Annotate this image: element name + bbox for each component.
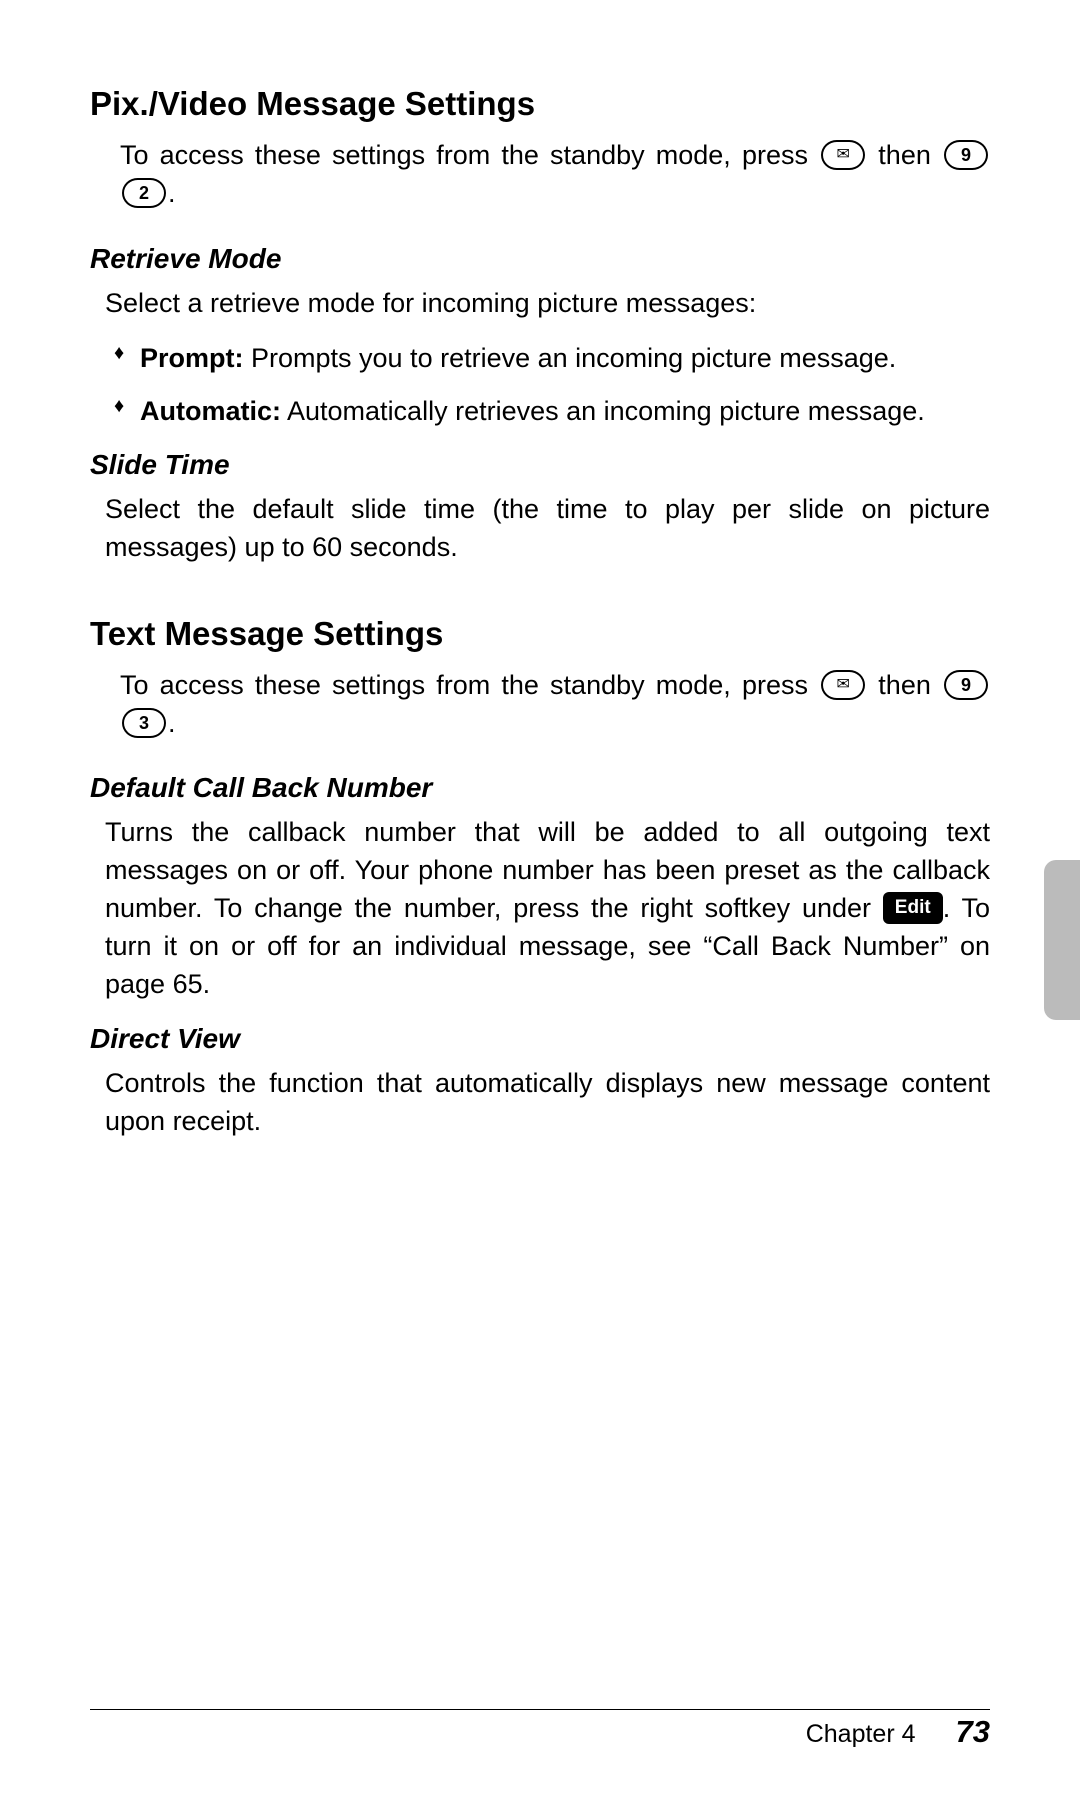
nine-key-icon: 9 <box>944 140 988 170</box>
slide-time-heading: Slide Time <box>90 449 990 481</box>
edit-softkey-icon: Edit <box>883 892 943 925</box>
pix-intro-before: To access these settings from the standb… <box>120 140 819 170</box>
page-number: 73 <box>956 1714 990 1750</box>
pix-intro: To access these settings from the standb… <box>120 137 990 213</box>
default-callback-body: Turns the callback number that will be a… <box>105 814 990 1003</box>
pix-intro-after: then <box>878 140 942 170</box>
direct-view-heading: Direct View <box>90 1023 990 1055</box>
text-intro-after: then <box>878 670 942 700</box>
prompt-text: Prompts you to retrieve an incoming pict… <box>244 343 897 373</box>
chapter-label: Chapter 4 <box>806 1720 916 1749</box>
automatic-label: Automatic: <box>140 396 281 426</box>
text-settings-heading: Text Message Settings <box>90 615 990 653</box>
side-tab-indicator <box>1044 860 1080 1020</box>
footer-rule <box>90 1709 990 1710</box>
mail-key-icon: ✉ <box>821 140 865 170</box>
default-callback-heading: Default Call Back Number <box>90 772 990 804</box>
text-intro: To access these settings from the standb… <box>120 667 990 743</box>
retrieve-bullet-automatic: Automatic: Automatically retrieves an in… <box>110 393 990 429</box>
pix-intro-end: . <box>168 178 176 208</box>
pix-settings-heading: Pix./Video Message Settings <box>90 85 990 123</box>
text-intro-end: . <box>168 708 176 738</box>
direct-view-body: Controls the function that automatically… <box>105 1065 990 1141</box>
mail-key-icon-2: ✉ <box>821 670 865 700</box>
two-key-icon: 2 <box>122 178 166 208</box>
retrieve-bullet-prompt: Prompt: Prompts you to retrieve an incom… <box>110 340 990 376</box>
slide-time-body: Select the default slide time (the time … <box>105 491 990 567</box>
automatic-text: Automatically retrieves an incoming pict… <box>281 396 925 426</box>
retrieve-mode-body: Select a retrieve mode for incoming pict… <box>105 285 990 323</box>
callback-body-before: Turns the callback number that will be a… <box>105 817 990 923</box>
three-key-icon: 3 <box>122 708 166 738</box>
text-intro-before: To access these settings from the standb… <box>120 670 819 700</box>
retrieve-bullet-list: Prompt: Prompts you to retrieve an incom… <box>110 340 990 429</box>
prompt-label: Prompt: <box>140 343 244 373</box>
retrieve-mode-heading: Retrieve Mode <box>90 243 990 275</box>
page-footer: Chapter 4 73 <box>806 1714 990 1750</box>
nine-key-icon-2: 9 <box>944 670 988 700</box>
